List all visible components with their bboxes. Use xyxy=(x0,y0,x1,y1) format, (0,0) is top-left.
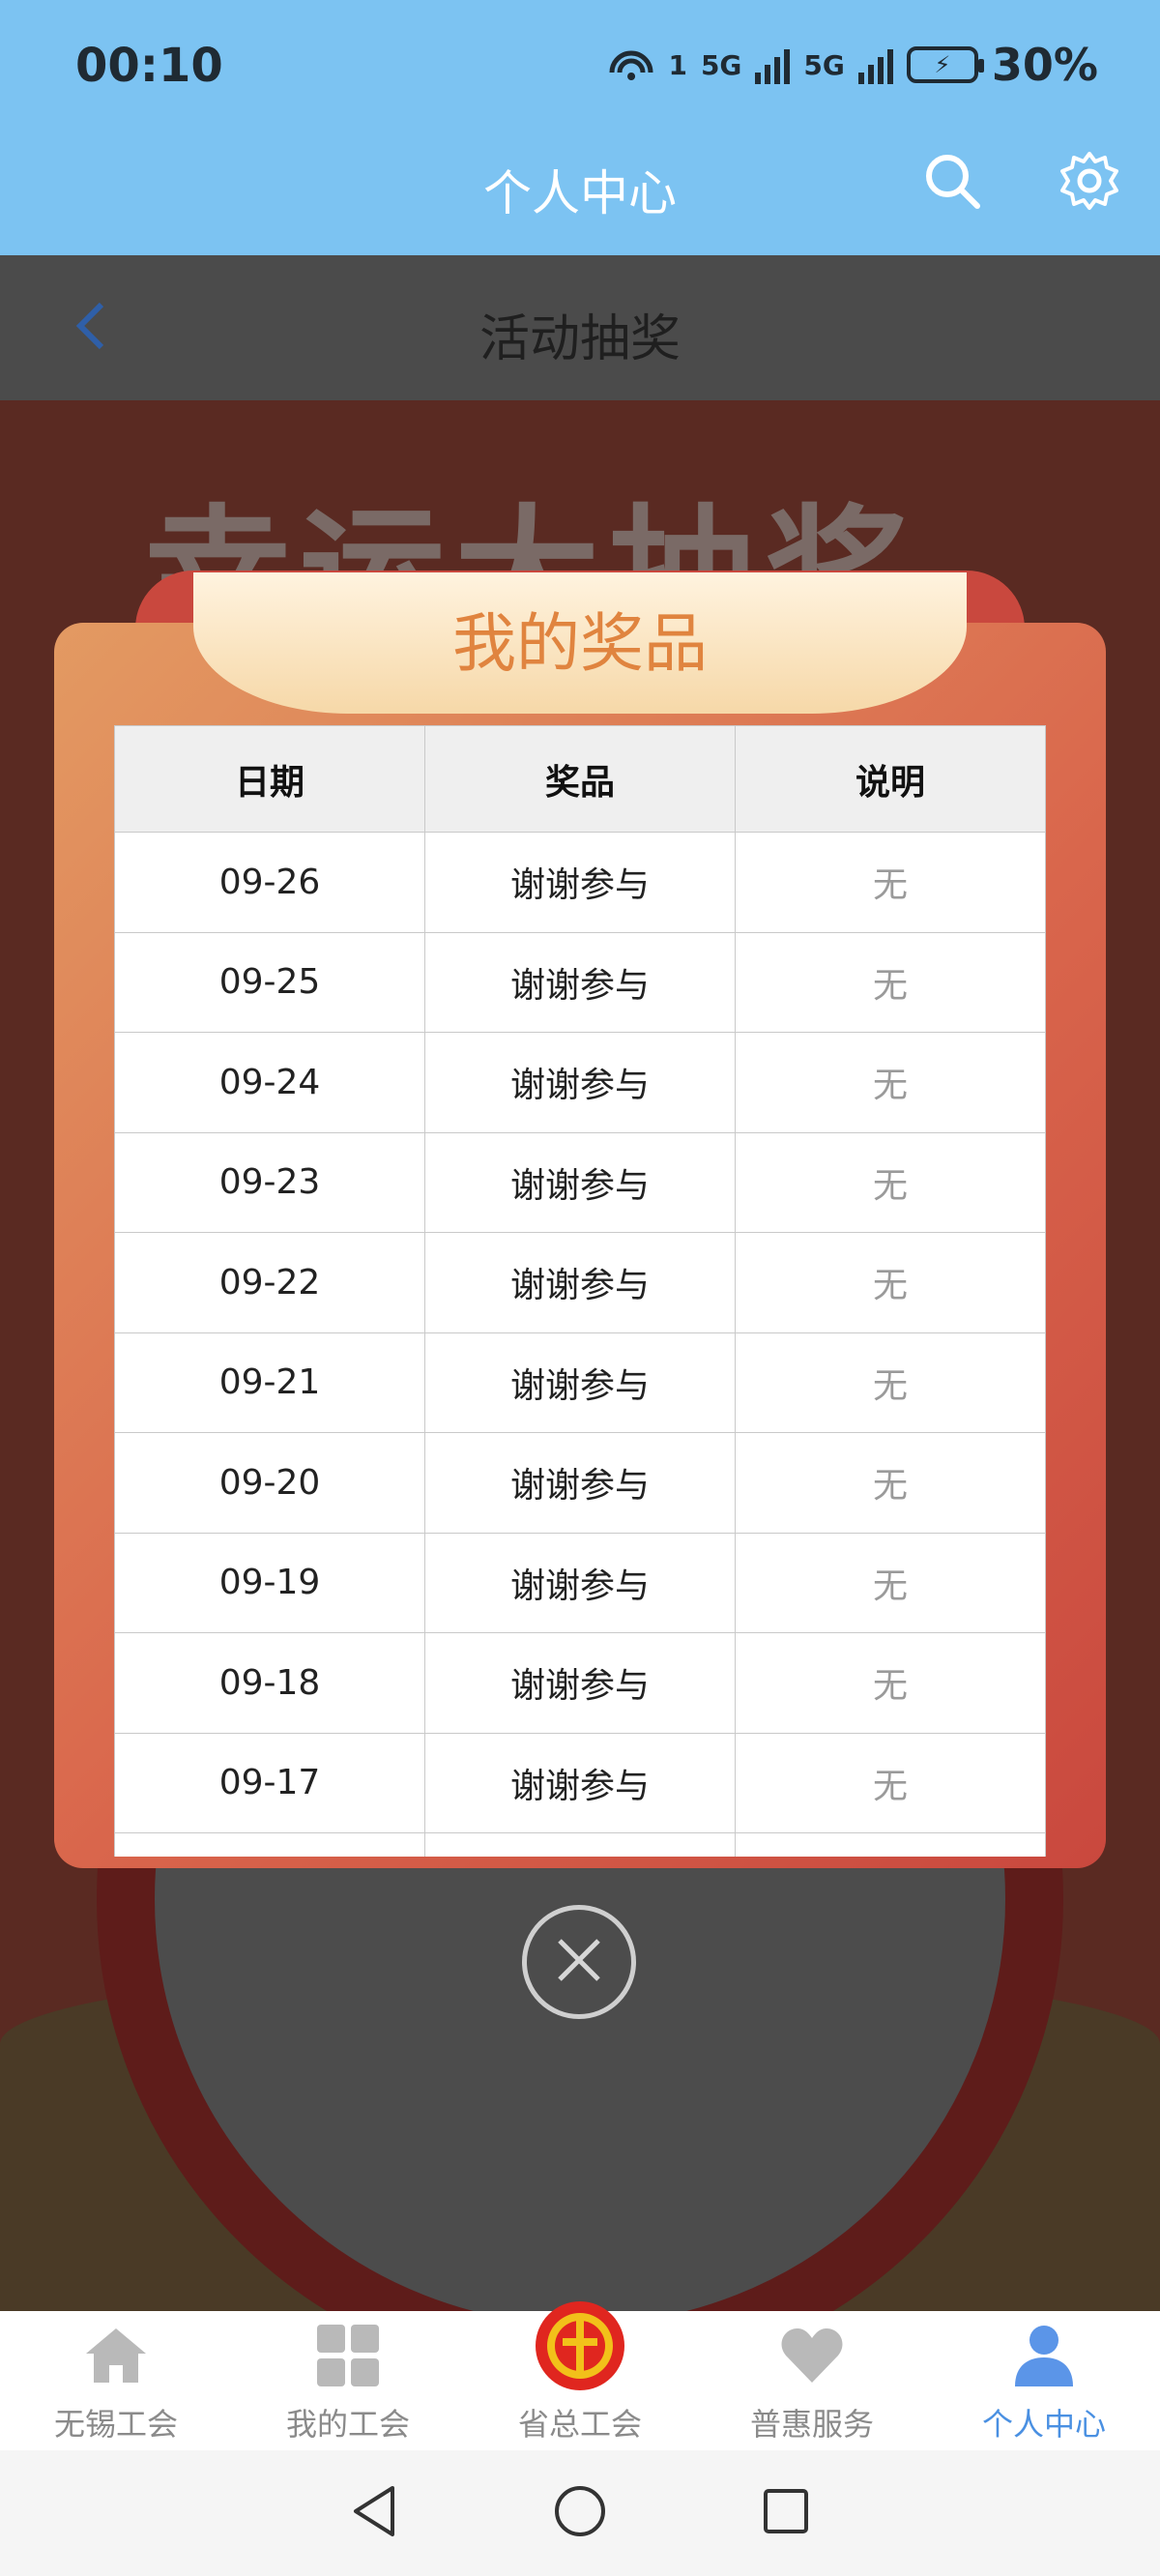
grid-icon xyxy=(311,2319,385,2392)
cell-date: 09-23 xyxy=(114,1131,425,1233)
nav-item-wuxi-union[interactable]: 无锡工会 xyxy=(0,2311,232,2450)
cell-prize: 谢谢参与 xyxy=(424,931,736,1033)
person-icon xyxy=(1007,2319,1081,2392)
status-icons: 1 5G 5G ⚡ 30% xyxy=(608,39,1098,91)
cell-date: 09-18 xyxy=(114,1632,425,1734)
column-header-prize: 奖品 xyxy=(424,725,736,833)
sub-header-title: 活动抽奖 xyxy=(478,310,681,368)
table-row-partial xyxy=(114,1832,1046,1857)
table-row: 09-17 谢谢参与 无 xyxy=(114,1732,1046,1833)
cell-note: 无 xyxy=(735,1532,1046,1633)
cell-prize: 谢谢参与 xyxy=(424,1131,736,1233)
cell-date: 09-24 xyxy=(114,1032,425,1133)
home-icon xyxy=(79,2319,153,2392)
close-icon xyxy=(550,1931,608,1993)
cell-note: 无 xyxy=(735,931,1046,1033)
cell-date: 09-26 xyxy=(114,832,425,933)
signal-bars-2-icon xyxy=(857,45,893,84)
table-row: 09-21 谢谢参与 无 xyxy=(114,1332,1046,1433)
cell-prize: 谢谢参与 xyxy=(424,1232,736,1333)
system-nav-bar xyxy=(0,2450,1160,2576)
cell-date: 09-17 xyxy=(114,1732,425,1833)
table-row: 09-25 谢谢参与 无 xyxy=(114,931,1046,1033)
nav-label: 个人中心 xyxy=(981,2406,1106,2443)
cell-note: 无 xyxy=(735,1232,1046,1333)
prize-table: 日期 奖品 说明 09-26 谢谢参与 无 09-25 谢谢参与 无 09-24… xyxy=(114,725,1046,1857)
cell-prize: 谢谢参与 xyxy=(424,1632,736,1734)
recents-square-icon[interactable] xyxy=(762,2487,810,2539)
close-modal-button[interactable] xyxy=(522,1905,636,2019)
cell-note: 无 xyxy=(735,1432,1046,1534)
top-bar: 00:10 1 5G 5G ⚡ 30% 个人中心 xyxy=(0,0,1160,255)
nav-label: 无锡工会 xyxy=(53,2406,178,2443)
table-header-row: 日期 奖品 说明 xyxy=(114,725,1046,833)
cell-note: 无 xyxy=(735,1632,1046,1734)
cell-prize: 谢谢参与 xyxy=(424,832,736,933)
cell-note: 无 xyxy=(735,1332,1046,1433)
bottom-nav: 无锡工会 我的工会 省总工会 普惠服务 个人中心 xyxy=(0,2301,1160,2450)
nav-item-my-union[interactable]: 我的工会 xyxy=(232,2311,464,2450)
column-header-note: 说明 xyxy=(735,725,1046,833)
table-row: 09-26 谢谢参与 无 xyxy=(114,832,1046,933)
nav-item-personal-center[interactable]: 个人中心 xyxy=(928,2311,1160,2450)
battery-icon: ⚡ xyxy=(906,46,984,83)
search-icon[interactable] xyxy=(918,147,986,215)
page-title: 个人中心 xyxy=(483,165,677,221)
prize-table-container[interactable]: 日期 奖品 说明 09-26 谢谢参与 无 09-25 谢谢参与 无 09-24… xyxy=(114,725,1046,1857)
nav-label: 省总工会 xyxy=(517,2406,642,2443)
hotspot-icon xyxy=(608,44,654,86)
signal-bars-1-icon xyxy=(755,45,791,84)
cell-prize: 谢谢参与 xyxy=(424,1032,736,1133)
cell-note: 无 xyxy=(735,1732,1046,1833)
cell-prize: 谢谢参与 xyxy=(424,1732,736,1833)
cell-prize: 谢谢参与 xyxy=(424,1432,736,1534)
table-row: 09-20 谢谢参与 无 xyxy=(114,1432,1046,1534)
back-triangle-icon[interactable] xyxy=(350,2484,398,2542)
table-row: 09-22 谢谢参与 无 xyxy=(114,1232,1046,1333)
modal-title: 我的奖品 xyxy=(452,606,708,681)
table-row: 09-23 谢谢参与 无 xyxy=(114,1131,1046,1233)
cell-date: 09-22 xyxy=(114,1232,425,1333)
nav-label: 我的工会 xyxy=(285,2406,410,2443)
gear-icon[interactable] xyxy=(1056,147,1123,215)
status-time: 00:10 xyxy=(75,39,223,93)
sub-header: 活动抽奖 xyxy=(0,255,1160,400)
cell-note: 无 xyxy=(735,1032,1046,1133)
cell-date: 09-25 xyxy=(114,931,425,1033)
cell-date: 09-19 xyxy=(114,1532,425,1633)
union-emblem-icon xyxy=(534,2299,626,2392)
nav-label: 普惠服务 xyxy=(749,2406,874,2443)
battery-percent: 30% xyxy=(991,39,1098,91)
table-row: 09-19 谢谢参与 无 xyxy=(114,1532,1046,1633)
cell-note: 无 xyxy=(735,1131,1046,1233)
cell-date: 09-20 xyxy=(114,1432,425,1534)
nav-item-provincial-union[interactable]: 省总工会 xyxy=(464,2301,696,2450)
table-row: 09-18 谢谢参与 无 xyxy=(114,1632,1046,1734)
cell-prize: 谢谢参与 xyxy=(424,1532,736,1633)
column-header-date: 日期 xyxy=(114,725,425,833)
cell-date: 09-21 xyxy=(114,1332,425,1433)
heart-icon xyxy=(775,2319,849,2392)
signal-label-2: 5G xyxy=(803,48,845,81)
hotspot-index: 1 xyxy=(668,48,687,81)
nav-item-benefit-service[interactable]: 普惠服务 xyxy=(696,2311,928,2450)
signal-label-1: 5G xyxy=(700,48,742,81)
cell-note: 无 xyxy=(735,832,1046,933)
home-circle-icon[interactable] xyxy=(553,2484,607,2542)
cell-prize: 谢谢参与 xyxy=(424,1332,736,1433)
table-row: 09-24 谢谢参与 无 xyxy=(114,1032,1046,1133)
